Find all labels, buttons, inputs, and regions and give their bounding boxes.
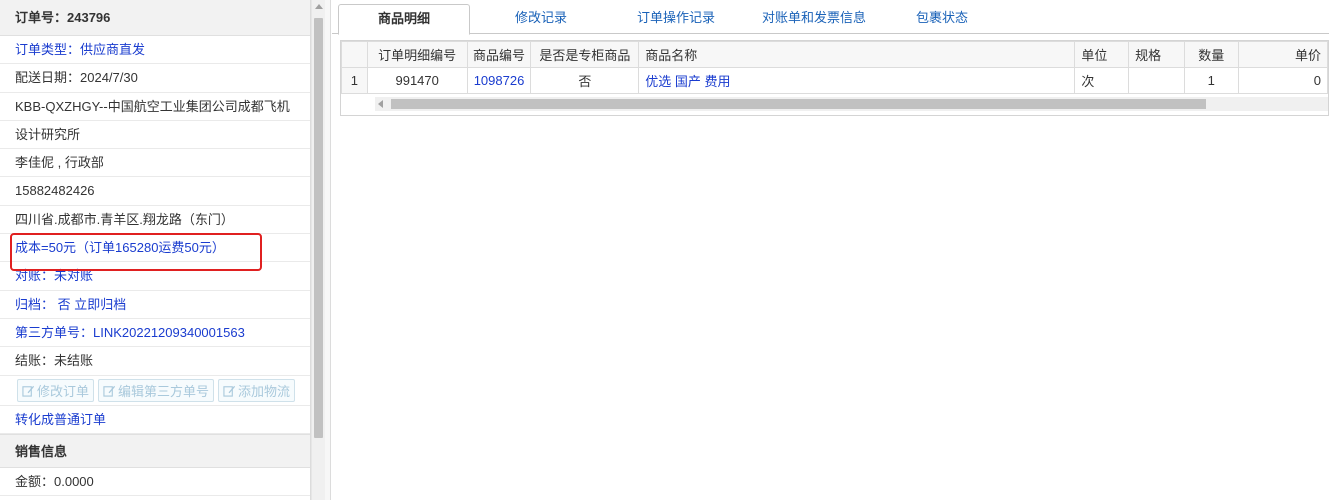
column-header[interactable]: 订单明细编号 — [366, 41, 468, 68]
horizontal-scroll-thumb[interactable] — [391, 99, 1206, 109]
table-header-row: 订单明细编号 商品编号 是否是专柜商品 商品名称 单位 规格 数量 单价 — [341, 41, 1328, 68]
column-header[interactable]: 单位 — [1074, 41, 1130, 68]
third-party-number[interactable]: 第三方单号：LINK20221209340001563 — [0, 319, 310, 348]
edit-third-party-label: 编辑第三方单号 — [118, 383, 210, 399]
tab-order-operation-records[interactable]: 订单操作记录 — [614, 4, 738, 34]
column-header[interactable]: 单价 — [1237, 41, 1328, 68]
price-cell: 0 — [1237, 67, 1328, 94]
convert-normal-order-link[interactable]: 转化成普通订单 — [0, 406, 310, 434]
contact-person: 李佳伲 , 行政部 — [0, 149, 310, 178]
left-panel-scrollbar[interactable] — [311, 0, 325, 500]
archive-value: 否 — [57, 296, 71, 312]
tab-package-status[interactable]: 包裹状态 — [892, 4, 992, 34]
spec-cell — [1128, 67, 1185, 94]
archive-status: 归档： 否 立即归档 — [0, 291, 310, 319]
product-grid: 订单明细编号 商品编号 是否是专柜商品 商品名称 单位 规格 数量 单价 1 9… — [340, 40, 1329, 116]
order-number-value: 243796 — [67, 10, 111, 25]
sales-info-header: 销售信息 — [0, 433, 310, 468]
delivery-address: 四川省.成都市.青羊区.翔龙路（东门） — [0, 206, 310, 235]
panel-divider[interactable] — [325, 0, 331, 500]
unit-cell: 次 — [1074, 67, 1130, 94]
column-header[interactable]: 商品编号 — [466, 41, 532, 68]
edit-third-party-button[interactable]: 编辑第三方单号 — [98, 378, 215, 402]
highlight-box — [10, 233, 262, 271]
sales-amount: 金额：0.0000 — [0, 468, 310, 497]
settlement-status: 结账：未结账 — [0, 347, 310, 376]
add-logistics-label: 添加物流 — [238, 383, 291, 399]
detail-area: 商品明细 修改记录 订单操作记录 对账单和发票信息 包裹状态 订单明细编号 商品… — [332, 0, 1329, 500]
tab-modify-records[interactable]: 修改记录 — [482, 4, 600, 34]
edit-icon — [103, 385, 116, 397]
customer-name-line1: KBB-QXZHGY--中国航空工业集团公司成都飞机 — [0, 93, 310, 121]
grid-horizontal-scrollbar[interactable] — [375, 97, 1328, 111]
row-number-header — [341, 41, 368, 68]
column-header[interactable]: 是否是专柜商品 — [530, 41, 640, 68]
edit-order-label: 修改订单 — [37, 383, 90, 399]
scroll-up-icon[interactable] — [315, 4, 323, 9]
edit-icon — [22, 385, 35, 397]
order-type[interactable]: 订单类型：供应商直发 — [0, 36, 310, 65]
order-number-header: 订单号：243796 — [0, 0, 310, 36]
archive-label: 归档： — [15, 296, 55, 312]
row-number: 1 — [341, 67, 368, 94]
delivery-date: 配送日期：2024/7/30 — [0, 64, 310, 93]
column-header[interactable]: 数量 — [1183, 41, 1239, 68]
archive-now-link[interactable]: 立即归档 — [74, 297, 126, 312]
detail-number-cell: 991470 — [366, 67, 468, 94]
quantity-cell: 1 — [1183, 67, 1239, 94]
edit-icon — [223, 385, 236, 397]
order-number-label: 订单号： — [15, 10, 68, 25]
product-table: 订单明细编号 商品编号 是否是专柜商品 商品名称 单位 规格 数量 单价 1 9… — [341, 41, 1328, 94]
phone-number: 15882482426 — [0, 177, 310, 206]
counter-product-cell: 否 — [530, 67, 640, 94]
column-header[interactable]: 规格 — [1128, 41, 1185, 68]
edit-order-button[interactable]: 修改订单 — [17, 378, 95, 402]
tab-bar: 商品明细 修改记录 订单操作记录 对账单和发票信息 包裹状态 — [332, 0, 1329, 35]
column-header[interactable]: 商品名称 — [638, 41, 1076, 68]
table-row[interactable]: 1 991470 1098726 否 优选 国产 费用 次 1 0 — [341, 67, 1328, 94]
add-logistics-button[interactable]: 添加物流 — [218, 378, 296, 402]
order-actions: 修改订单 编辑第三方单号 添加物流 — [0, 376, 310, 406]
scroll-left-icon[interactable] — [378, 100, 383, 108]
product-name-link[interactable]: 优选 国产 费用 — [638, 67, 1076, 94]
tab-product-details[interactable]: 商品明细 — [338, 4, 470, 35]
customer-name-line2: 设计研究所 — [0, 121, 310, 150]
product-number-link[interactable]: 1098726 — [466, 67, 532, 94]
scroll-thumb[interactable] — [314, 18, 323, 438]
tab-statement-invoice[interactable]: 对账单和发票信息 — [748, 4, 880, 34]
